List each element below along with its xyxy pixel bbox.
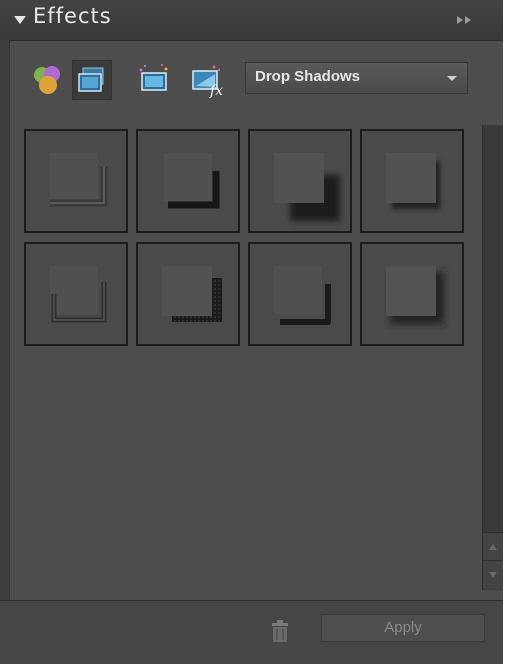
apply-button[interactable]: Apply: [321, 614, 485, 642]
scroll-down-button[interactable]: [483, 560, 503, 589]
color-spheres-button[interactable]: [28, 60, 68, 100]
effects-toolbar: fx Drop Shadows: [8, 40, 503, 118]
trash-icon[interactable]: [270, 619, 290, 643]
category-select-value: Drop Shadows: [255, 68, 361, 85]
panel-footer: Apply: [0, 600, 503, 664]
photo-effects-button[interactable]: [134, 60, 174, 100]
double-chevron-right-icon[interactable]: [455, 15, 475, 25]
arrow-down-icon: [489, 572, 497, 578]
filters-fx-icon: fx: [192, 65, 223, 99]
effect-thumbnail[interactable]: [248, 242, 352, 346]
chevron-down-icon: [447, 76, 457, 81]
scroll-up-button[interactable]: [483, 532, 503, 561]
svg-text:fx: fx: [209, 83, 223, 99]
effect-thumbnail[interactable]: [360, 129, 464, 233]
category-select[interactable]: Drop Shadows: [245, 62, 468, 94]
thumbnail-scrollbar[interactable]: [482, 125, 503, 590]
effects-thumbnail-grid: [12, 120, 482, 600]
photo-effects-icon: [139, 64, 168, 91]
effect-thumbnail[interactable]: [248, 129, 352, 233]
filters-button[interactable]: fx: [188, 60, 228, 100]
panel-title: Effects: [33, 4, 112, 28]
effect-thumbnail[interactable]: [24, 129, 128, 233]
collapse-triangle-icon[interactable]: [14, 16, 26, 24]
layer-styles-button[interactable]: [72, 60, 112, 100]
arrow-up-icon: [489, 544, 497, 550]
effect-thumbnail[interactable]: [136, 129, 240, 233]
effect-thumbnail[interactable]: [136, 242, 240, 346]
effect-thumbnail[interactable]: [360, 242, 464, 346]
panel-left-edge: [0, 40, 10, 600]
layer-styles-icon: [78, 67, 104, 92]
color-spheres-icon: [34, 66, 60, 94]
effect-thumbnail[interactable]: [24, 242, 128, 346]
effects-panel: Effects fx Drop Shadows Apply: [0, 0, 503, 664]
panel-header[interactable]: Effects: [0, 0, 503, 41]
